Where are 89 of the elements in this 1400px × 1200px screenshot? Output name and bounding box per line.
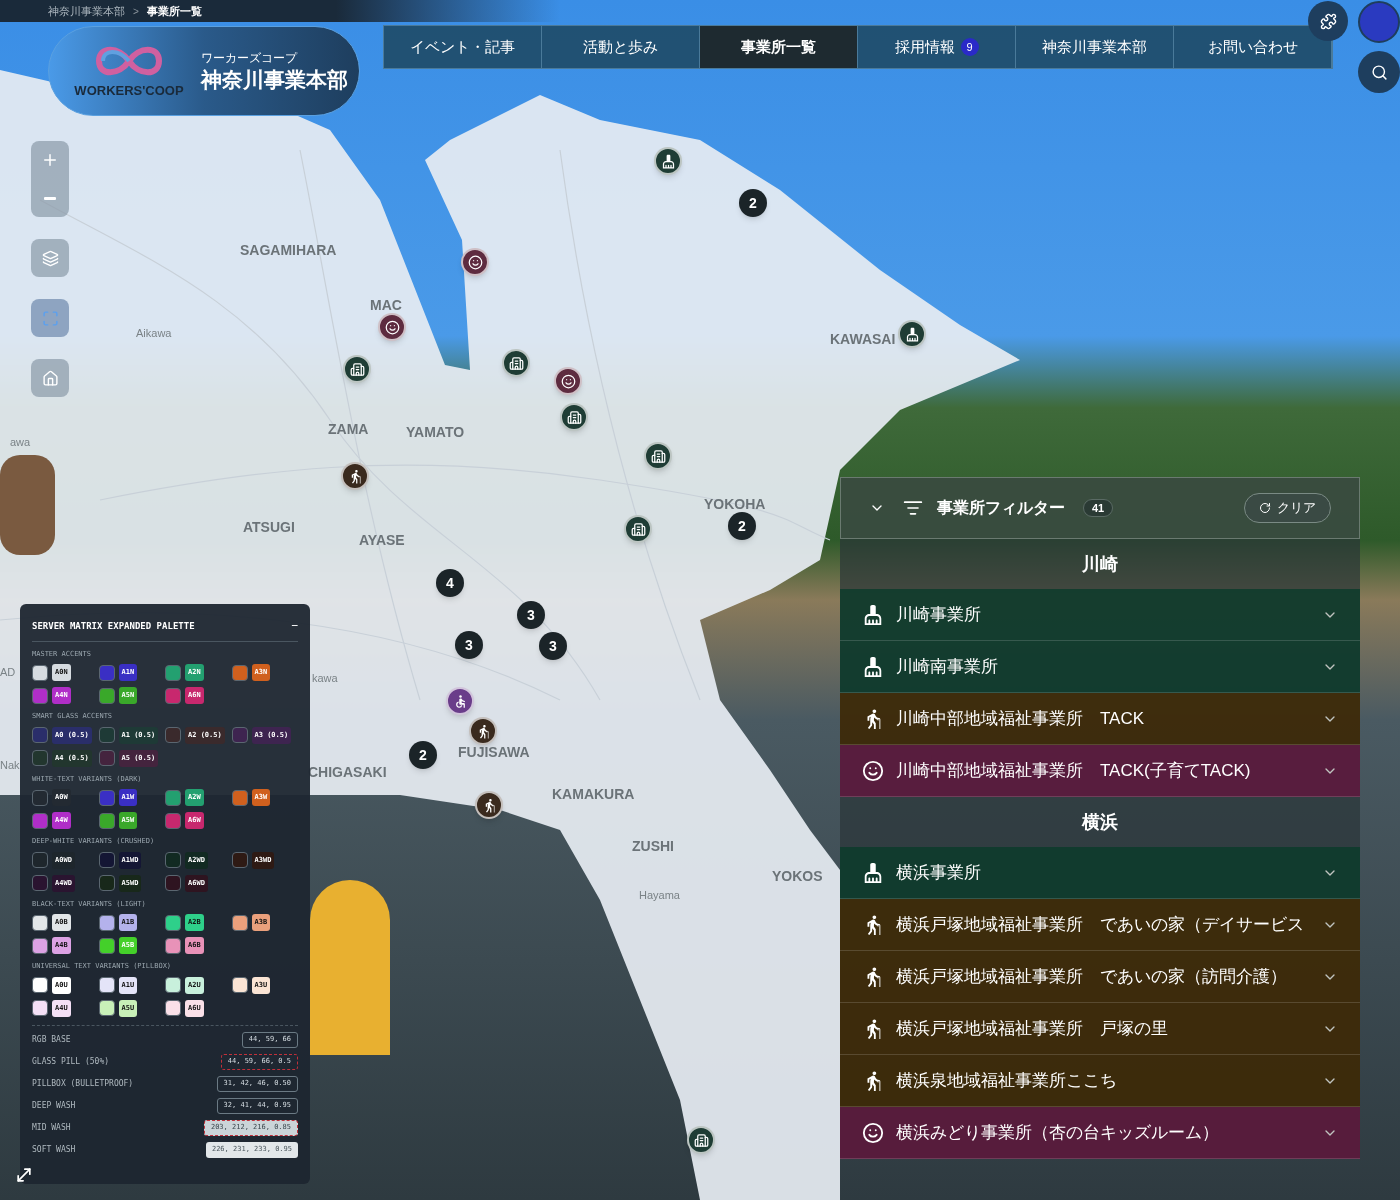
office-name: 横浜戸塚地域福祉事業所 であいの家（訪問介護） xyxy=(896,965,1287,988)
building-icon xyxy=(349,361,365,377)
broom-icon xyxy=(862,861,884,884)
breadcrumb-link[interactable]: 神奈川事業本部 xyxy=(48,2,125,20)
minus-icon xyxy=(44,196,56,200)
reset-icon xyxy=(1259,502,1271,514)
broom-icon xyxy=(904,326,920,342)
clear-button[interactable]: クリア xyxy=(1244,493,1331,523)
group-heading: 横浜 xyxy=(840,797,1360,847)
office-name: 川崎南事業所 xyxy=(896,655,998,678)
breadcrumb-separator: > xyxy=(133,4,139,19)
office-name: 横浜泉地域福祉事業所ここち xyxy=(896,1069,1117,1092)
filter-icon xyxy=(903,498,923,518)
group-heading: 川崎 xyxy=(840,539,1360,589)
office-name: 横浜みどり事業所（杏の台キッズルーム） xyxy=(896,1121,1219,1144)
fullscreen-icon xyxy=(41,309,59,327)
map-place-label: YOKOS xyxy=(772,867,823,886)
map-place-label: KAMAKURA xyxy=(552,785,635,804)
office-row[interactable]: 横浜戸塚地域福祉事業所 戸塚の里 xyxy=(840,1003,1360,1055)
logo-kana: ワーカーズコープ xyxy=(201,49,299,67)
plus-icon xyxy=(41,151,59,169)
value-label: SOFT WASH xyxy=(32,1143,76,1156)
map-place-label: MAC xyxy=(370,296,402,315)
puzzle-icon xyxy=(1319,12,1337,30)
office-name: 川崎事業所 xyxy=(896,603,981,626)
nav-tab[interactable]: 神奈川事業本部 xyxy=(1016,26,1174,68)
office-row[interactable]: 横浜みどり事業所（杏の台キッズルーム） xyxy=(840,1107,1360,1159)
office-row[interactable]: 横浜戸塚地域福祉事業所 であいの家（デイサービス xyxy=(840,899,1360,951)
map-place-label: YOKOHA xyxy=(704,495,766,514)
nav-tab[interactable]: 事業所一覧 xyxy=(700,26,858,68)
broom-icon xyxy=(862,655,884,678)
map-place-label: ZUSHI xyxy=(632,837,674,856)
building-icon xyxy=(693,1132,709,1148)
count-badge: 9 xyxy=(960,38,979,56)
value-label: MID WASH xyxy=(32,1121,71,1134)
nav-tab[interactable]: 採用情報 9 xyxy=(858,26,1016,68)
logo-card[interactable]: WORKERS'COOP ワーカーズコープ 神奈川事業本部 xyxy=(48,26,360,116)
office-row[interactable]: 川崎南事業所 xyxy=(840,641,1360,693)
map-place-label: SAGAMIHARA xyxy=(240,241,337,260)
filter-title: 事業所フィルター xyxy=(937,498,1065,518)
breadcrumb-current: 事業所一覧 xyxy=(146,3,202,19)
value-label: PILLBOX (BULLETPROOF) xyxy=(32,1077,134,1090)
map-place-label: Aikawa xyxy=(136,326,172,341)
office-row[interactable]: 横浜事業所 xyxy=(840,847,1360,899)
building-icon xyxy=(630,521,646,537)
office-name: 川崎中部地域福祉事業所 TACK xyxy=(896,707,1145,730)
smiley-icon xyxy=(467,254,483,270)
layers-icon xyxy=(41,249,59,267)
office-name: 川崎中部地域福祉事業所 TACK(子育てTACK) xyxy=(896,759,1251,782)
nav-tab[interactable]: イベント・記事 xyxy=(384,26,542,68)
smiley-icon xyxy=(862,1121,884,1144)
broom-icon xyxy=(862,603,884,626)
map-place-label: ATSUGI xyxy=(243,518,295,537)
resize-icon[interactable] xyxy=(14,1165,34,1185)
office-name: 横浜戸塚地域福祉事業所 戸塚の里 xyxy=(896,1017,1168,1040)
smiley-icon xyxy=(862,759,884,782)
map-place-label: Hayama xyxy=(639,888,680,903)
office-row[interactable]: 横浜戸塚地域福祉事業所 であいの家（訪問介護） xyxy=(840,951,1360,1003)
map-place-label: awa xyxy=(10,435,31,450)
building-icon xyxy=(650,448,666,464)
office-row[interactable]: 川崎事業所 xyxy=(840,589,1360,641)
map-place-label: Nak xyxy=(0,758,20,773)
smiley-icon xyxy=(560,373,576,389)
logo-wordmark: WORKERS'COOP xyxy=(74,82,184,101)
value-label: DEEP WASH xyxy=(32,1099,76,1112)
map-place-label: KAWASAI xyxy=(830,330,896,349)
map-place-label: AYASE xyxy=(359,531,405,550)
building-icon xyxy=(508,355,524,371)
collapse-button[interactable]: − xyxy=(291,618,298,635)
home-icon xyxy=(41,369,59,387)
map-place-label: kawa xyxy=(312,671,338,686)
office-row[interactable]: 川崎中部地域福祉事業所 TACK xyxy=(840,693,1360,745)
panel-title: SERVER MATRIX EXPANDED PALETTE xyxy=(32,619,195,633)
office-row[interactable]: 横浜泉地域福祉事業所ここち xyxy=(840,1055,1360,1107)
broom-icon xyxy=(660,153,676,169)
count-badge: 41 xyxy=(1083,499,1114,517)
office-name: 横浜戸塚地域福祉事業所 であいの家（デイサービス xyxy=(896,913,1304,936)
search-icon xyxy=(1370,63,1388,81)
map-place-label: FUJISAWA xyxy=(458,743,530,762)
logo-title: 神奈川事業本部 xyxy=(201,66,348,93)
value-label: GLASS PILL (50%) xyxy=(32,1055,110,1068)
smiley-icon xyxy=(384,319,400,335)
office-row[interactable]: 川崎中部地域福祉事業所 TACK(子育てTACK) xyxy=(840,745,1360,797)
office-name: 横浜事業所 xyxy=(896,861,981,884)
map-place-label: YAMATO xyxy=(406,423,465,442)
value-label: RGB BASE xyxy=(32,1033,71,1046)
building-icon xyxy=(566,409,582,425)
map-place-label: AD xyxy=(0,665,16,680)
map-place-label: ZAMA xyxy=(328,420,369,439)
